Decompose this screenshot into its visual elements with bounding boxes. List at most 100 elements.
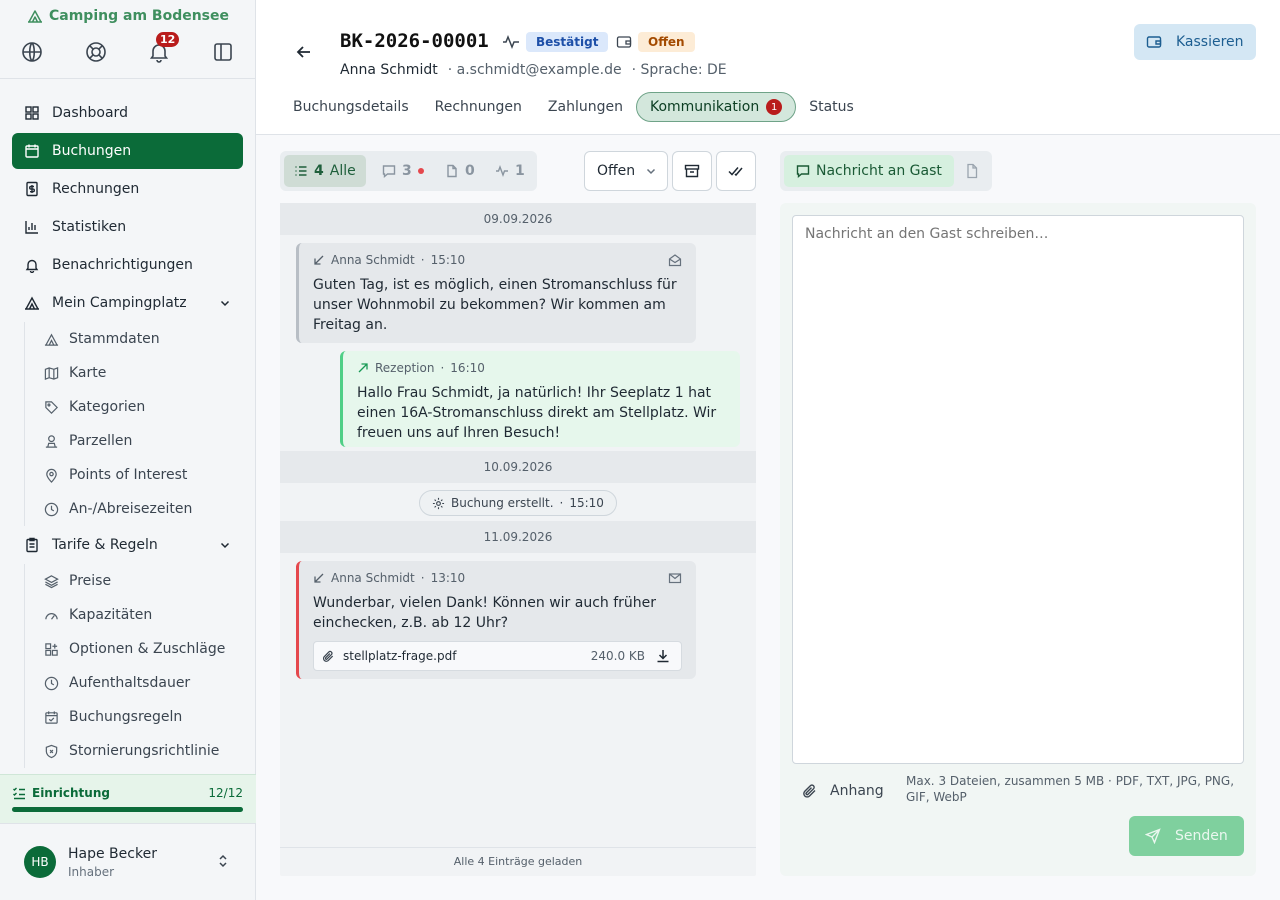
status-select-value: Offen — [597, 163, 636, 179]
tab-label: Kommunikation — [649, 99, 760, 115]
nav-tarife-regeln[interactable]: Tarife & Regeln — [12, 527, 243, 563]
sidebar-toggle-icon[interactable] — [211, 40, 235, 64]
sidebar-item-buchungsregeln[interactable]: Buchungsregeln — [44, 702, 182, 732]
thread-footer: Alle 4 Einträge geladen — [280, 847, 756, 876]
pin-icon — [46, 468, 57, 483]
message-incoming[interactable]: Anna Schmidt · 15:10 Guten Tag, ist es m… — [296, 243, 696, 343]
sidebar-item-stornierung[interactable]: Stornierungsrichtlinie — [44, 736, 219, 766]
bell-icon — [25, 259, 39, 273]
chevron-down-icon — [647, 168, 656, 175]
back-arrow-icon[interactable] — [294, 42, 314, 62]
archive-button[interactable] — [672, 151, 712, 191]
sidebar-item-label: Stammdaten — [69, 331, 160, 347]
activity-icon — [503, 34, 519, 50]
user-menu[interactable]: HB Hape Becker Inhaber — [0, 836, 256, 888]
status-select[interactable]: Offen — [584, 151, 668, 191]
nav-mein-campingplatz[interactable]: Mein Campingplatz — [12, 285, 243, 321]
sidebar-item-kapazitaeten[interactable]: Kapazitäten — [44, 600, 152, 630]
sidebar-item-kategorien[interactable]: Kategorien — [44, 392, 145, 422]
brand[interactable]: Camping am Bodensee — [0, 8, 256, 24]
mark-all-read-button[interactable] — [716, 151, 756, 191]
setup-progress-bar — [12, 807, 243, 812]
sidebar-item-karte[interactable]: Karte — [44, 358, 106, 388]
envelope-open-icon — [668, 254, 682, 267]
nav-rechnungen[interactable]: Rechnungen — [12, 171, 243, 207]
divider — [0, 78, 256, 79]
tab-label: Nachricht an Gast — [816, 163, 942, 179]
nav-benachrichtigungen[interactable]: Benachrichtigungen — [12, 247, 243, 283]
nav-label: Mein Campingplatz — [52, 295, 187, 311]
message-sender: Anna Schmidt — [331, 571, 415, 585]
chevron-down-icon — [220, 300, 230, 307]
attach-label: Anhang — [830, 783, 884, 799]
guest-email[interactable]: · a.schmidt@example.de — [448, 62, 622, 78]
message-body: Hallo Frau Schmidt, ja natürlich! Ihr Se… — [357, 385, 717, 441]
system-event: Buchung erstellt. · 15:10 — [419, 490, 617, 516]
filter-label: Alle — [329, 163, 356, 179]
arrow-incoming-icon — [314, 255, 324, 265]
cash-button[interactable]: Kassieren — [1134, 24, 1256, 60]
message-time: 15:10 — [430, 253, 466, 267]
paperclip-icon — [803, 784, 816, 798]
sidebar-item-label: An-/Abreisezeiten — [69, 501, 193, 517]
sidebar-item-stammdaten[interactable]: Stammdaten — [44, 324, 160, 354]
separator-dot: · — [440, 361, 445, 375]
file-icon[interactable] — [964, 163, 980, 179]
filter-count: 1 — [515, 163, 525, 179]
tab-label: Zahlungen — [547, 99, 623, 115]
chevron-down-icon — [220, 542, 230, 549]
setup-progress[interactable]: Einrichtung 12/12 — [0, 774, 256, 824]
submenu-line — [24, 322, 25, 526]
activity-icon — [496, 165, 508, 177]
date-separator: 11.09.2026 — [280, 521, 756, 553]
message-input[interactable] — [792, 215, 1244, 764]
separator-dot: · — [420, 571, 425, 585]
help-icon[interactable] — [84, 40, 108, 64]
filter-all[interactable]: 4 Alle — [284, 155, 366, 187]
message-outgoing[interactable]: Rezeption · 16:10 Hallo Frau Schmidt, ja… — [340, 351, 740, 447]
tab-status[interactable]: Status — [796, 92, 867, 122]
attach-button[interactable]: Anhang — [802, 781, 884, 801]
clock-icon — [44, 676, 59, 690]
nav-statistiken[interactable]: Statistiken — [12, 209, 243, 245]
message-incoming-unread[interactable]: Anna Schmidt · 13:10 Wunderbar, vielen D… — [296, 561, 696, 679]
download-icon[interactable] — [655, 648, 671, 664]
message-icon — [796, 165, 810, 178]
sidebar-item-optionen[interactable]: Optionen & Zuschläge — [44, 634, 225, 664]
nav-label: Statistiken — [52, 219, 127, 235]
tent-icon — [28, 10, 42, 23]
sidebar-item-aufenthaltsdauer[interactable]: Aufenthaltsdauer — [44, 668, 190, 698]
attachment[interactable]: stellplatz-frage.pdf 240.0 KB — [313, 641, 682, 671]
sidebar-item-anabreise[interactable]: An-/Abreisezeiten — [44, 494, 192, 524]
tab-kommunikation[interactable]: Kommunikation 1 — [635, 92, 797, 122]
date-separator: 09.09.2026 — [280, 203, 756, 235]
file-icon — [447, 164, 457, 178]
sidebar: Camping am Bodensee 12 Dashboard Buchung… — [0, 0, 256, 900]
tab-buchungsdetails[interactable]: Buchungsdetails — [280, 92, 422, 122]
filter-messages[interactable]: 3 — [372, 155, 434, 187]
guest-name: Anna Schmidt — [340, 62, 438, 78]
send-button[interactable]: Senden — [1129, 816, 1244, 856]
tab-rechnungen[interactable]: Rechnungen — [422, 92, 535, 122]
list-icon — [295, 166, 307, 176]
gear-icon — [432, 497, 445, 509]
sidebar-item-preise[interactable]: Preise — [44, 566, 111, 596]
message-thread[interactable]: 09.09.2026 Anna Schmidt · 15:10 Guten Ta… — [280, 203, 756, 876]
tab-zahlungen[interactable]: Zahlungen — [535, 92, 636, 122]
globe-icon[interactable] — [20, 40, 44, 64]
user-role: Inhaber — [68, 865, 115, 879]
nav-buchungen[interactable]: Buchungen — [12, 133, 243, 169]
nav-dashboard[interactable]: Dashboard — [12, 95, 243, 131]
tag-icon — [45, 400, 58, 414]
sidebar-item-poi[interactable]: Points of Interest — [44, 460, 187, 490]
filter-count: 3 — [402, 163, 412, 179]
system-event-text: Buchung erstellt. — [451, 496, 554, 510]
message-time: 13:10 — [430, 571, 466, 585]
filter-events[interactable]: 1 — [485, 155, 535, 187]
envelope-icon — [668, 573, 682, 584]
wallet-icon — [1146, 36, 1162, 48]
sidebar-item-parzellen[interactable]: Parzellen — [44, 426, 132, 456]
filter-files[interactable]: 0 — [435, 155, 485, 187]
tab-badge: 1 — [766, 99, 783, 115]
tab-message-to-guest[interactable]: Nachricht an Gast — [784, 155, 954, 187]
